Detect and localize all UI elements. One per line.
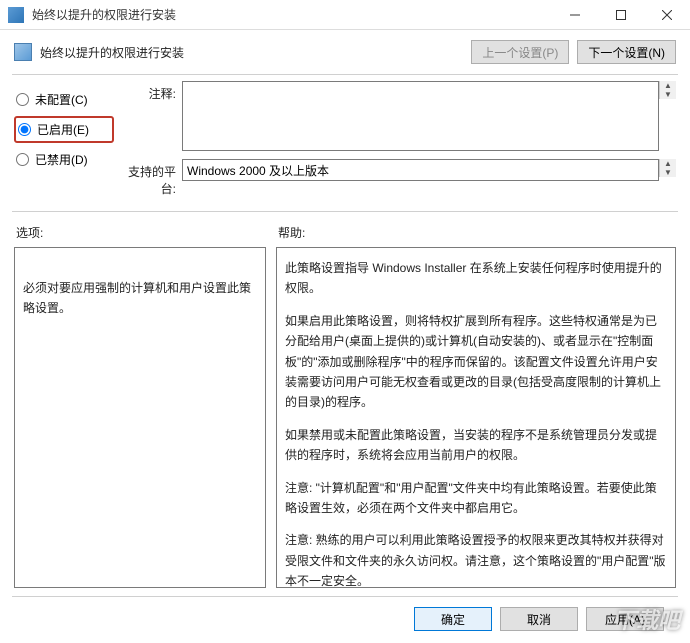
platform-scrollbar[interactable]: ▲▼ — [659, 159, 676, 177]
platform-row: 支持的平台: Windows 2000 及以上版本 ▲▼ — [120, 159, 676, 197]
radio-not-configured[interactable]: 未配置(C) — [14, 87, 114, 112]
help-label: 帮助: — [276, 224, 676, 241]
config-area: 未配置(C) 已启用(E) 已禁用(D) 注释: ▲▼ 支持的平台: Windo… — [0, 81, 690, 205]
comment-scrollbar[interactable]: ▲▼ — [659, 81, 676, 99]
help-paragraph: 此策略设置指导 Windows Installer 在系统上安装任何程序时使用提… — [285, 258, 667, 299]
titlebar: 始终以提升的权限进行安装 — [0, 0, 690, 30]
maximize-button[interactable] — [598, 0, 644, 30]
policy-title: 始终以提升的权限进行安装 — [40, 44, 463, 61]
divider — [12, 211, 678, 212]
help-paragraph: 如果启用此策略设置，则将特权扩展到所有程序。这些特权通常是为已分配给用户(桌面上… — [285, 311, 667, 413]
help-paragraph: 注意: 熟练的用户可以利用此策略设置授予的权限来更改其特权并获得对受限文件和文件… — [285, 530, 667, 588]
radio-enabled-label: 已启用(E) — [37, 121, 89, 138]
radio-enabled[interactable]: 已启用(E) — [14, 116, 114, 143]
help-paragraph: 如果禁用或未配置此策略设置，当安装的程序不是系统管理员分发或提供的程序时，系统将… — [285, 425, 667, 466]
apply-button[interactable]: 应用(A) — [586, 607, 664, 631]
help-column: 帮助: 此策略设置指导 Windows Installer 在系统上安装任何程序… — [276, 224, 676, 588]
help-panel[interactable]: 此策略设置指导 Windows Installer 在系统上安装任何程序时使用提… — [276, 247, 676, 588]
radio-not-configured-input[interactable] — [16, 93, 29, 106]
options-panel: 必须对要应用强制的计算机和用户设置此策略设置。 — [14, 247, 266, 588]
radio-column: 未配置(C) 已启用(E) 已禁用(D) — [14, 81, 114, 205]
options-text: 必须对要应用强制的计算机和用户设置此策略设置。 — [23, 281, 251, 315]
radio-enabled-input[interactable] — [18, 123, 31, 136]
window-title: 始终以提升的权限进行安装 — [32, 6, 552, 23]
window-controls — [552, 0, 690, 30]
policy-icon — [14, 43, 32, 61]
radio-not-configured-label: 未配置(C) — [35, 91, 88, 108]
ok-button[interactable]: 确定 — [414, 607, 492, 631]
radio-disabled-input[interactable] — [16, 153, 29, 166]
comment-input[interactable] — [182, 81, 659, 151]
app-icon — [8, 7, 24, 23]
help-paragraph: 注意: "计算机配置"和"用户配置"文件夹中均有此策略设置。若要使此策略设置生效… — [285, 478, 667, 519]
next-setting-button[interactable]: 下一个设置(N) — [577, 40, 676, 64]
footer: 确定 取消 应用(A) — [12, 596, 678, 641]
platform-value: Windows 2000 及以上版本 — [182, 159, 659, 181]
options-column: 选项: 必须对要应用强制的计算机和用户设置此策略设置。 — [14, 224, 266, 588]
cancel-button[interactable]: 取消 — [500, 607, 578, 631]
close-button[interactable] — [644, 0, 690, 30]
lower-area: 选项: 必须对要应用强制的计算机和用户设置此策略设置。 帮助: 此策略设置指导 … — [0, 218, 690, 588]
options-label: 选项: — [14, 224, 266, 241]
comment-row: 注释: ▲▼ — [120, 81, 676, 151]
platform-label: 支持的平台: — [120, 159, 182, 197]
previous-setting-button[interactable]: 上一个设置(P) — [471, 40, 569, 64]
minimize-button[interactable] — [552, 0, 598, 30]
fields-column: 注释: ▲▼ 支持的平台: Windows 2000 及以上版本 ▲▼ — [120, 81, 676, 205]
comment-label: 注释: — [120, 81, 182, 102]
divider — [12, 74, 678, 75]
header-row: 始终以提升的权限进行安装 上一个设置(P) 下一个设置(N) — [0, 30, 690, 74]
radio-disabled-label: 已禁用(D) — [35, 151, 88, 168]
radio-disabled[interactable]: 已禁用(D) — [14, 147, 114, 172]
